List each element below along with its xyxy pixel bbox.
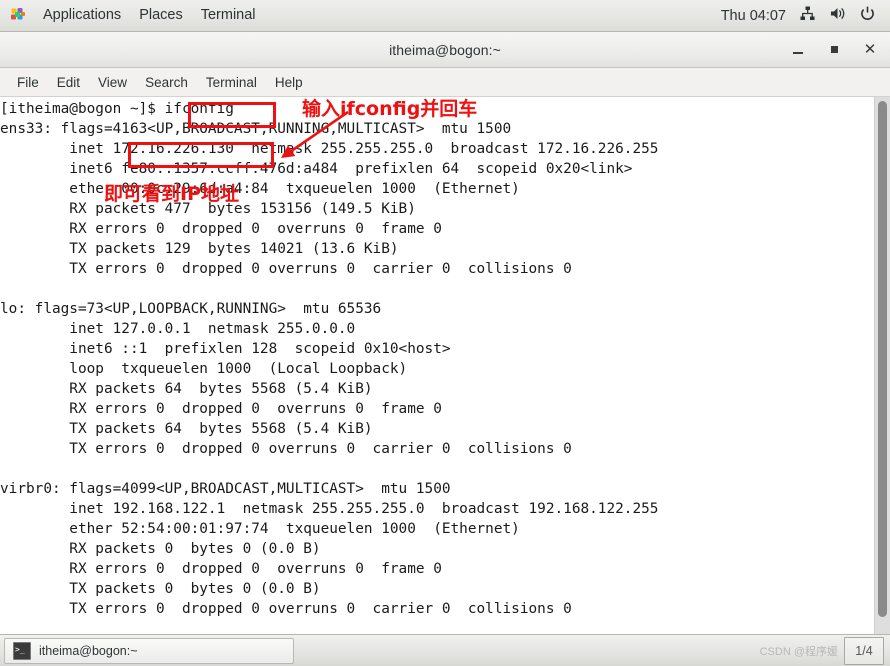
power-icon[interactable] [859,5,876,27]
panel-menu-applications[interactable]: Applications [34,6,130,25]
maximize-icon[interactable] [826,42,842,58]
panel-menu-places[interactable]: Places [130,6,192,25]
workspace-switcher[interactable]: 1/4 [844,636,884,665]
terminal-output-area[interactable]: [itheima@bogon ~]$ ifconfig ens33: flags… [0,97,890,634]
close-icon[interactable]: ✕ [862,42,878,58]
workspace-indicator-label: 1/4 [855,643,873,658]
applications-pinwheel-icon [10,7,27,24]
menu-search[interactable]: Search [136,72,197,93]
panel-status-area: Thu 04:07 [721,5,880,27]
taskbar-window-button[interactable]: itheima@bogon:~ [4,637,294,664]
bottom-taskbar: itheima@bogon:~ CSDN @程序媛 1/4 [0,634,890,666]
terminal-text: [itheima@bogon ~]$ ifconfig ens33: flags… [0,101,659,617]
menu-terminal[interactable]: Terminal [197,72,266,93]
applications-menu[interactable]: Applications [6,6,130,25]
scrollbar-thumb[interactable] [878,101,887,617]
volume-icon[interactable] [829,5,846,27]
minimize-icon[interactable] [790,42,806,58]
csdn-watermark: CSDN @程序媛 [759,645,838,658]
window-controls: ✕ [790,32,878,67]
desktop-screen: Applications Places Terminal Thu 04:07 i… [0,0,890,666]
window-title: itheima@bogon:~ [389,41,501,58]
terminal-scrollbar[interactable] [874,97,890,634]
gnome-top-panel: Applications Places Terminal Thu 04:07 [0,0,890,32]
terminal-icon [13,641,31,660]
panel-clock[interactable]: Thu 04:07 [721,8,786,24]
network-icon[interactable] [799,5,816,27]
taskbar-right-area: CSDN @程序媛 1/4 [759,636,884,665]
window-titlebar[interactable]: itheima@bogon:~ ✕ [0,32,890,68]
menu-edit[interactable]: Edit [48,72,89,93]
taskbar-window-label: itheima@bogon:~ [39,643,138,658]
menu-help[interactable]: Help [266,72,312,93]
terminal-menubar: File Edit View Search Terminal Help [0,68,890,97]
menu-file[interactable]: File [8,72,48,93]
menu-view[interactable]: View [89,72,136,93]
panel-menu-terminal[interactable]: Terminal [192,6,265,25]
terminal-window: itheima@bogon:~ ✕ File Edit View Search … [0,32,890,634]
